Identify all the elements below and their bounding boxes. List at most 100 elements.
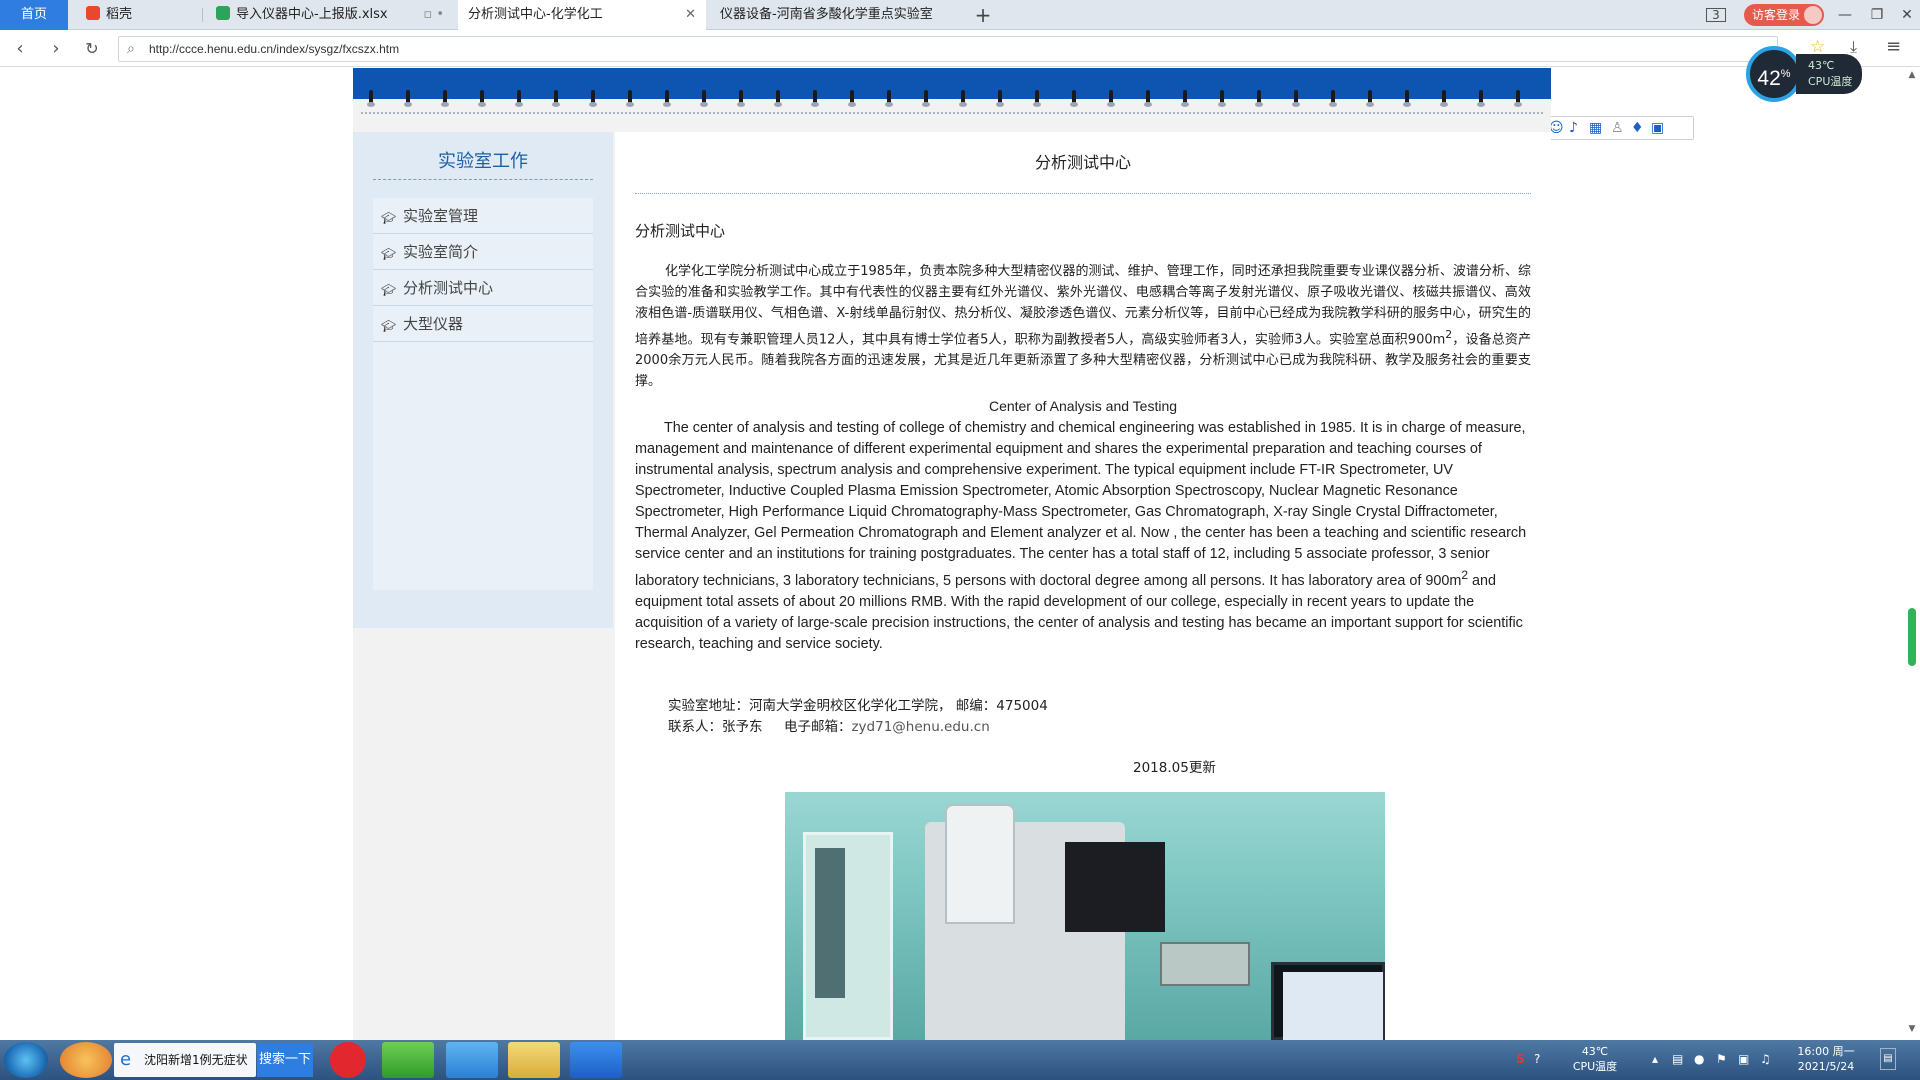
photo-control-panel — [1065, 842, 1165, 932]
scroll-track[interactable] — [1908, 174, 1916, 974]
ring — [922, 90, 930, 107]
clock-time: 16:00 周一 — [1797, 1045, 1855, 1058]
tab-pin-icon[interactable]: ▫ • — [423, 0, 444, 30]
user-icon[interactable]: ♙ — [1611, 119, 1624, 137]
photo-instrument-column — [945, 804, 1015, 924]
update-date: 2018.05更新 — [1133, 760, 1216, 776]
keyboard-icon[interactable]: ▦ — [1589, 119, 1602, 137]
folder-icon[interactable] — [508, 1042, 560, 1078]
reader-mode-icon[interactable]: 3 — [1706, 8, 1726, 22]
ring — [1033, 90, 1041, 107]
reload-icon[interactable]: ↻ — [80, 37, 104, 61]
visitor-login-button[interactable]: 访客登录 — [1744, 4, 1824, 26]
tab-polyacid-label: 仪器设备-河南省多酸化学重点实验室 — [720, 7, 933, 22]
new-tab-button[interactable]: + — [970, 0, 996, 30]
photo-wall-box — [1160, 942, 1250, 986]
feishu-icon[interactable] — [446, 1042, 498, 1078]
photo-monitor-screen — [1283, 972, 1383, 1040]
ie-icon: e — [120, 1049, 132, 1070]
cpu-percent: 42 — [1757, 67, 1781, 90]
tab-xlsx-label: 导入仪器中心-上报版.xlsx — [236, 7, 388, 22]
cpu-widget[interactable]: 42% 43℃ CPU温度 — [1746, 46, 1862, 102]
tray-security-icon[interactable]: ● — [1694, 1052, 1704, 1066]
url-text: http://ccce.henu.edu.cn/index/sysgz/fxcs… — [149, 42, 400, 56]
volume-icon[interactable]: ♫ — [1760, 1052, 1771, 1066]
taskbar-search-button[interactable]: 搜索一下 — [257, 1043, 313, 1077]
en-text-a: The center of analysis and testing of co… — [635, 420, 1527, 589]
taskbar: e 沈阳新增1例无症状 搜索一下 S ? 43℃ CPU温度 ▴ ▤ ● ⚑ ▣ … — [0, 1040, 1920, 1080]
scroll-down-icon[interactable]: ▼ — [1904, 1024, 1920, 1038]
scroll-thumb[interactable] — [1908, 608, 1916, 666]
mic-icon[interactable]: ♪ — [1569, 119, 1578, 137]
ring — [848, 90, 856, 107]
photo-cabinet-door — [815, 848, 845, 998]
avatar-icon — [1804, 6, 1822, 24]
taskbar-ie-item[interactable]: e 沈阳新增1例无症状 — [114, 1043, 256, 1077]
emoji-icon[interactable]: ☺ — [1549, 119, 1564, 137]
ring — [626, 90, 634, 107]
sidebar-item-label: 大型仪器 — [403, 315, 464, 333]
forward-icon[interactable]: › — [44, 37, 68, 61]
back-icon[interactable]: ‹ — [8, 37, 32, 61]
cpu-temp-pill: 43℃ CPU温度 — [1796, 54, 1862, 94]
ring — [1403, 90, 1411, 107]
address-bar: ‹ › ↻ ⌕ http://ccce.henu.edu.cn/index/sy… — [0, 31, 1920, 67]
restore-icon[interactable]: ❐ — [1868, 6, 1886, 24]
tray-clock[interactable]: 16:00 周一 2021/5/24 — [1786, 1044, 1866, 1074]
netease-music-icon[interactable] — [330, 1042, 366, 1078]
ring — [478, 90, 486, 107]
close-window-icon[interactable]: ✕ — [1898, 6, 1916, 24]
sidebar-item-label: 实验室管理 — [403, 207, 479, 225]
ring — [1514, 90, 1522, 107]
ring — [1440, 90, 1448, 107]
tray-app-icon[interactable]: ▤ — [1672, 1052, 1683, 1066]
ring — [441, 90, 449, 107]
ring — [1292, 90, 1300, 107]
tab-daoke[interactable]: 稻壳 — [76, 0, 200, 30]
tab-daoke-label: 稻壳 — [106, 7, 133, 22]
app-icon[interactable] — [60, 1042, 112, 1078]
ie-item-label: 沈阳新增1例无症状 — [144, 1053, 248, 1067]
tab-home[interactable]: 首页 — [0, 0, 68, 30]
section-heading: 分析测试中心 — [635, 222, 726, 240]
sidebar-item-lab-intro[interactable]: 🎓︎ 实验室简介 — [373, 234, 593, 270]
login-label: 访客登录 — [1752, 8, 1801, 22]
sogou-tray-icon[interactable]: S — [1516, 1052, 1525, 1066]
cpu-temp: 43℃ — [1808, 59, 1835, 72]
ring — [1329, 90, 1337, 107]
sidebar-item-lab-management[interactable]: 🎓︎ 实验室管理 — [373, 198, 593, 234]
tab-bar: 首页 稻壳 导入仪器中心-上报版.xlsx ▫ • 分析测试中心-化学化工 ✕ 仪器… — [0, 0, 1920, 30]
tab-xlsx[interactable]: 导入仪器中心-上报版.xlsx ▫ • — [206, 0, 456, 30]
network-icon[interactable]: ▣ — [1738, 1052, 1749, 1066]
ring — [552, 90, 560, 107]
start-button[interactable] — [4, 1042, 48, 1078]
menu-icon[interactable]: ≡ — [1886, 36, 1901, 57]
skin-icon[interactable]: ♦ — [1631, 119, 1644, 137]
english-description: The center of analysis and testing of co… — [635, 418, 1531, 655]
email-link[interactable]: zyd71@henu.edu.cn — [851, 719, 989, 735]
tab-polyacid-lab[interactable]: 仪器设备-河南省多酸化学重点实验室 — [710, 0, 960, 30]
ring — [774, 90, 782, 107]
contact-person: 联系人：张予东 电子邮箱： — [668, 719, 852, 735]
tray-temp[interactable]: 43℃ CPU温度 — [1560, 1044, 1630, 1074]
instrument-photo — [785, 792, 1385, 1040]
cn-text-a: 化学化工学院分析测试中心成立于1985年，负责本院多种大型精密仪器的测试、维护、… — [635, 264, 1531, 348]
help-tray-icon[interactable]: ? — [1534, 1052, 1540, 1066]
page-scrollbar[interactable]: ▲ ▼ — [1904, 68, 1920, 1038]
browser-app-icon[interactable] — [382, 1042, 434, 1078]
tab-analysis-center[interactable]: 分析测试中心-化学化工 ✕ — [458, 0, 706, 30]
daoke-icon — [86, 6, 100, 20]
close-tab-icon[interactable]: ✕ — [685, 0, 696, 30]
sidebar-item-large-instruments[interactable]: 🎓︎ 大型仪器 — [373, 306, 593, 342]
show-hidden-icon[interactable]: ▴ — [1652, 1052, 1658, 1066]
sidebar-item-analysis-center[interactable]: 🎓︎ 分析测试中心 — [373, 270, 593, 306]
tray-flag-icon[interactable]: ⚑ — [1716, 1052, 1727, 1066]
notification-icon[interactable]: ▤ — [1880, 1048, 1896, 1070]
wps-icon[interactable] — [570, 1042, 622, 1078]
toolbox-icon[interactable]: ▣ — [1651, 119, 1664, 137]
minimize-icon[interactable]: — — [1836, 6, 1854, 24]
mortarboard-icon: 🎓︎ — [381, 211, 397, 225]
scroll-up-icon[interactable]: ▲ — [1904, 70, 1920, 84]
sidebar-item-label: 分析测试中心 — [403, 279, 494, 297]
url-input[interactable]: ⌕ http://ccce.henu.edu.cn/index/sysgz/fx… — [118, 36, 1778, 62]
